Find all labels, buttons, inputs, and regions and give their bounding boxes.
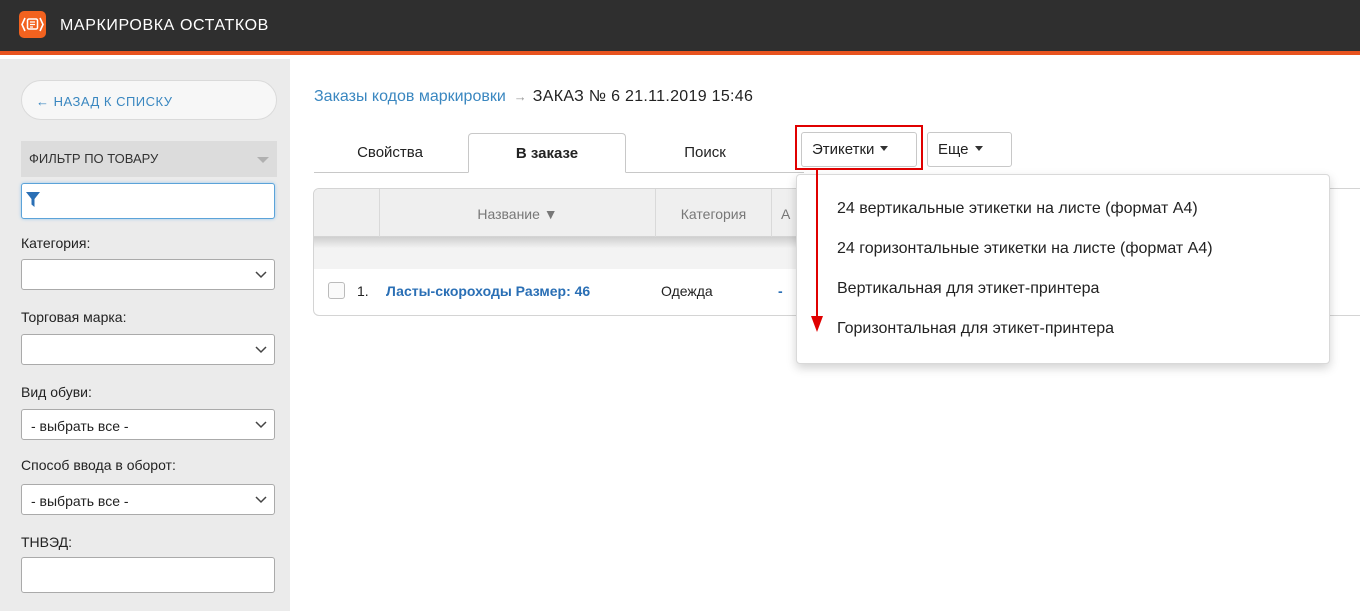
breadcrumb: Заказы кодов маркировки → ЗАКАЗ № 6 21.11.… <box>314 88 753 106</box>
table-right-edge <box>1330 188 1360 316</box>
shoe-type-select-value: - выбрать все - <box>31 418 129 434</box>
product-filter-input[interactable] <box>21 183 275 219</box>
row-extra-value: - <box>778 283 783 299</box>
row-checkbox[interactable] <box>328 282 345 299</box>
tnved-label: ТНВЭД: <box>21 534 72 550</box>
tab-in-order[interactable]: В заказе <box>468 133 626 173</box>
shoe-type-select[interactable]: - выбрать все - <box>21 409 275 440</box>
chevron-down-icon <box>255 271 267 279</box>
order-items-table: Название ▼ Категория А 1. Ласты-скороход… <box>313 188 833 316</box>
sidebar: ← НАЗАД К СПИСКУ ФИЛЬТР ПО ТОВАРУ Катего… <box>0 59 290 611</box>
more-dropdown-label: Еще <box>938 141 969 158</box>
row-number: 1. <box>357 283 369 299</box>
funnel-icon <box>26 192 40 207</box>
shoe-type-label: Вид обуви: <box>21 384 92 400</box>
app-logo-icon <box>19 11 46 38</box>
product-name-link[interactable]: Ласты-скороходы Размер: 46 <box>386 283 590 299</box>
chevron-down-icon <box>255 421 267 429</box>
more-dropdown-button[interactable]: Еще <box>927 132 1012 167</box>
tab-search[interactable]: Поиск <box>645 133 765 173</box>
annotation-highlight-box <box>795 125 923 170</box>
product-category: Одежда <box>661 283 713 299</box>
menu-item-vertical-label-printer[interactable]: Вертикальная для этикет-принтера <box>837 280 1099 298</box>
brand-select[interactable] <box>21 334 275 365</box>
menu-item-24-vertical-a4[interactable]: 24 вертикальные этикетки на листе (форма… <box>837 200 1198 218</box>
circulation-method-select[interactable]: - выбрать все - <box>21 484 275 515</box>
chevron-down-icon <box>255 346 267 354</box>
top-bar: МАРКИРОВКА ОСТАТКОВ <box>0 0 1360 55</box>
circulation-method-label: Способ ввода в оборот: <box>21 457 176 473</box>
app-title: МАРКИРОВКА ОСТАТКОВ <box>60 17 269 34</box>
product-filter-title: ФИЛЬТР ПО ТОВАРУ <box>29 151 159 166</box>
menu-item-horizontal-label-printer[interactable]: Горизонтальная для этикет-принтера <box>837 320 1114 338</box>
labels-dropdown-menu: 24 вертикальные этикетки на листе (форма… <box>796 174 1330 364</box>
category-select[interactable] <box>21 259 275 290</box>
column-header-category[interactable]: Категория <box>655 189 771 237</box>
brand-label: Торговая марка: <box>21 309 127 325</box>
table-header: Название ▼ Категория А <box>314 189 832 237</box>
header-select-cell <box>314 189 379 237</box>
breadcrumb-current-order: ЗАКАЗ № 6 21.11.2019 15:46 <box>532 88 754 105</box>
chevron-down-icon <box>255 496 267 504</box>
table-subheader <box>314 237 832 269</box>
column-header-name[interactable]: Название ▼ <box>379 189 655 237</box>
menu-item-24-horizontal-a4[interactable]: 24 горизонтальные этикетки на листе (фор… <box>837 240 1213 258</box>
caret-down-icon <box>974 146 983 151</box>
breadcrumb-orders-link[interactable]: Заказы кодов маркировки <box>314 88 506 105</box>
breadcrumb-separator: → <box>513 89 527 104</box>
collapse-caret-icon <box>257 157 269 163</box>
back-to-list-button[interactable]: ← НАЗАД К СПИСКУ <box>21 80 277 120</box>
tnved-input[interactable] <box>21 557 275 593</box>
category-label: Категория: <box>21 235 91 251</box>
tab-properties[interactable]: Свойства <box>330 133 450 173</box>
product-filter-header[interactable]: ФИЛЬТР ПО ТОВАРУ <box>21 141 277 177</box>
circulation-method-select-value: - выбрать все - <box>31 493 129 509</box>
